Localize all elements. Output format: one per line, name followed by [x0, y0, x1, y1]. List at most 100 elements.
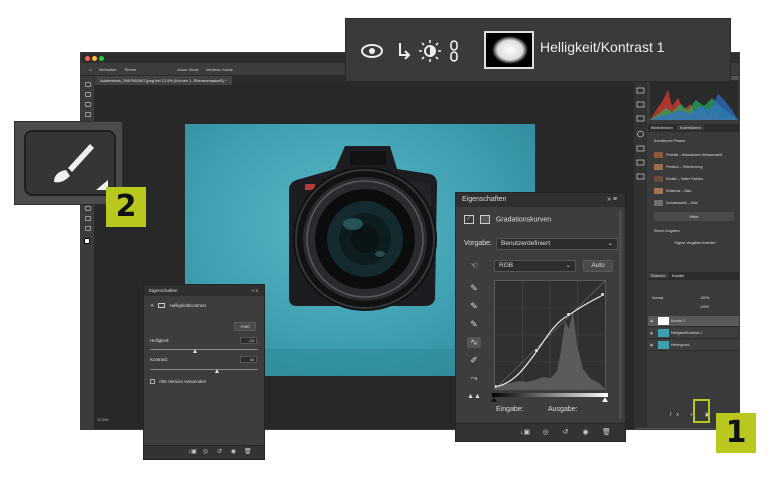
delete-icon[interactable]: 🗑: [244, 449, 252, 456]
preset-thumb: [654, 188, 663, 195]
option-1[interactable]: Verlaufsm.: [99, 67, 118, 72]
scrollbar[interactable]: [619, 211, 622, 419]
preset-item[interactable]: Schwarzweiß – Kühl: [654, 198, 736, 208]
lasso-tool-icon[interactable]: [85, 102, 91, 107]
zoom-tool-icon[interactable]: [85, 226, 91, 231]
contrast-value[interactable]: 34: [240, 356, 257, 363]
clip-to-layer-icon[interactable]: ↓▣: [520, 429, 530, 436]
option-4[interactable]: Verbess. Kante: [206, 67, 233, 72]
white-input-slider[interactable]: [602, 397, 608, 402]
visibility-icon[interactable]: ◉: [230, 449, 237, 456]
reset-icon[interactable]: ↺: [216, 449, 223, 456]
curves-graph[interactable]: [493, 280, 606, 390]
gray-point-eyedropper-icon[interactable]: ✎: [467, 301, 481, 312]
smooth-curve-icon[interactable]: ⤳: [467, 373, 481, 384]
eye-icon[interactable]: ◉: [650, 340, 656, 351]
preset-thumb: [654, 200, 663, 207]
home-icon[interactable]: ⌂: [89, 67, 91, 72]
single-adjustments-header[interactable]: Einzel-Vorgaben: [654, 226, 736, 236]
mask-icon[interactable]: [158, 303, 166, 309]
curves-icon: ⟋: [464, 215, 474, 224]
layer-row[interactable]: ◉ Helligkeit/Kontrast 1: [648, 328, 739, 339]
preset-item[interactable]: Porträts – Klassisches Schwarzweiß: [654, 150, 736, 160]
document-tab[interactable]: Adobestock_2867960847.jpeg bei 12.5% (Ku…: [95, 76, 232, 85]
panel-icons: [636, 87, 645, 180]
zoom-status: 12.5%: [97, 417, 109, 422]
hand-tool-icon[interactable]: [85, 216, 91, 221]
step-badge-2: 2: [106, 187, 146, 227]
more-presets-button[interactable]: Mehr: [654, 212, 734, 221]
select-tool-icon[interactable]: [85, 112, 91, 117]
close-window-button[interactable]: [85, 56, 90, 61]
layer-row[interactable]: ◉ Hintergrund: [648, 340, 739, 351]
curve-point-tool-icon[interactable]: ∿: [467, 337, 481, 348]
panel-icon-strip: [634, 80, 647, 428]
mask-image: [492, 36, 528, 64]
layer-thumb: [658, 341, 669, 350]
panel-header: Eigenschaften » ≡: [144, 285, 264, 296]
auto-button[interactable]: Auto: [583, 260, 613, 272]
brightness-label: Helligkeit:: [150, 338, 170, 343]
tab-adjustments[interactable]: Korrekturen: [676, 125, 704, 130]
white-point-eyedropper-icon[interactable]: ✎: [467, 319, 481, 330]
option-2[interactable]: Ebene: [125, 67, 137, 72]
black-point-eyedropper-icon[interactable]: ✎: [467, 283, 481, 294]
channel-value: RGB: [499, 262, 514, 269]
eye-icon[interactable]: ◉: [650, 328, 656, 339]
option-3[interactable]: Ausw. Motiv: [177, 67, 198, 72]
auto-button[interactable]: Auto: [234, 322, 256, 331]
chevron-down-icon: ⌄: [607, 240, 613, 247]
header-icons: [361, 40, 458, 62]
output-label: Ausgabe:: [548, 406, 578, 413]
legacy-option[interactable]: Alte Version verwenden: [150, 379, 206, 385]
clipping-warning-icon[interactable]: ▲▲: [467, 391, 481, 402]
panel-menu-icon[interactable]: » ≡: [252, 285, 258, 296]
target-adjust-icon[interactable]: ☜: [467, 260, 481, 271]
panel-header: Eigenschaften » ≡: [456, 193, 625, 207]
visibility-icon[interactable]: ◉: [582, 429, 589, 436]
layer-mask-thumbnail[interactable]: [484, 31, 534, 69]
contrast-slider-track[interactable]: [150, 369, 258, 370]
preset-item[interactable]: Kreativ – Satter Farbton: [654, 174, 736, 184]
brush-tool-button[interactable]: [24, 130, 116, 196]
contrast-slider-handle[interactable]: [214, 369, 219, 373]
adjustment-type-row: ☀ Helligkeit/Kontrast: [150, 303, 206, 309]
view-previous-icon[interactable]: ◎: [202, 449, 209, 456]
brightness-slider-track[interactable]: [150, 349, 258, 350]
opacity-value[interactable]: 100%: [700, 296, 709, 300]
view-previous-icon[interactable]: ◎: [542, 429, 549, 436]
move-tool-icon[interactable]: [85, 82, 91, 87]
black-input-slider[interactable]: [491, 397, 497, 402]
shape-tool-icon[interactable]: [85, 206, 91, 211]
pencil-tool-icon[interactable]: ✐: [467, 355, 481, 366]
layer-name: Kurven 1: [671, 319, 686, 323]
preset-item[interactable]: Erfahrbar – Blau: [654, 186, 736, 196]
preset-label: Erfahrbar – Blau: [666, 189, 692, 193]
marquee-tool-icon[interactable]: [85, 92, 91, 97]
zoom-window-button[interactable]: [99, 56, 104, 61]
reset-icon[interactable]: ↺: [562, 429, 569, 436]
eye-icon[interactable]: ◉: [650, 316, 656, 327]
legacy-checkbox[interactable]: [150, 379, 155, 385]
foreground-color-swatch[interactable]: [84, 238, 90, 244]
preset-dropdown[interactable]: Benutzerdefiniert ⌄: [496, 238, 618, 250]
minimize-window-button[interactable]: [92, 56, 97, 61]
tab-libraries[interactable]: Bibliotheken: [648, 125, 676, 130]
brightness-slider-handle[interactable]: [193, 349, 198, 353]
fill-value[interactable]: 100%: [700, 302, 770, 312]
adjustment-name: Helligkeit/Kontrast: [169, 303, 206, 308]
new-adjustment-highlight[interactable]: [693, 399, 710, 423]
preset-item[interactable]: Filmisch – Teilentonung: [654, 162, 736, 172]
clip-to-layer-icon[interactable]: ↓▣: [188, 449, 197, 456]
tab-channels[interactable]: Kanäle: [669, 273, 687, 278]
panel-title: Eigenschaften: [149, 288, 178, 293]
preset-label: Kreativ – Satter Farbton: [666, 177, 704, 181]
layer-row[interactable]: ◉ Kurven 1: [648, 316, 739, 327]
panel-menu-icon[interactable]: » ≡: [607, 193, 617, 207]
channel-dropdown[interactable]: RGB ⌄: [494, 260, 576, 272]
properties-panel-curves: Eigenschaften » ≡ ⟋ Gradationskurven Vor…: [455, 192, 626, 442]
delete-icon[interactable]: 🗑: [602, 429, 611, 436]
brightness-value[interactable]: -24: [240, 337, 257, 344]
tab-layers[interactable]: Ebenen: [648, 273, 668, 278]
mask-icon[interactable]: [479, 215, 490, 224]
